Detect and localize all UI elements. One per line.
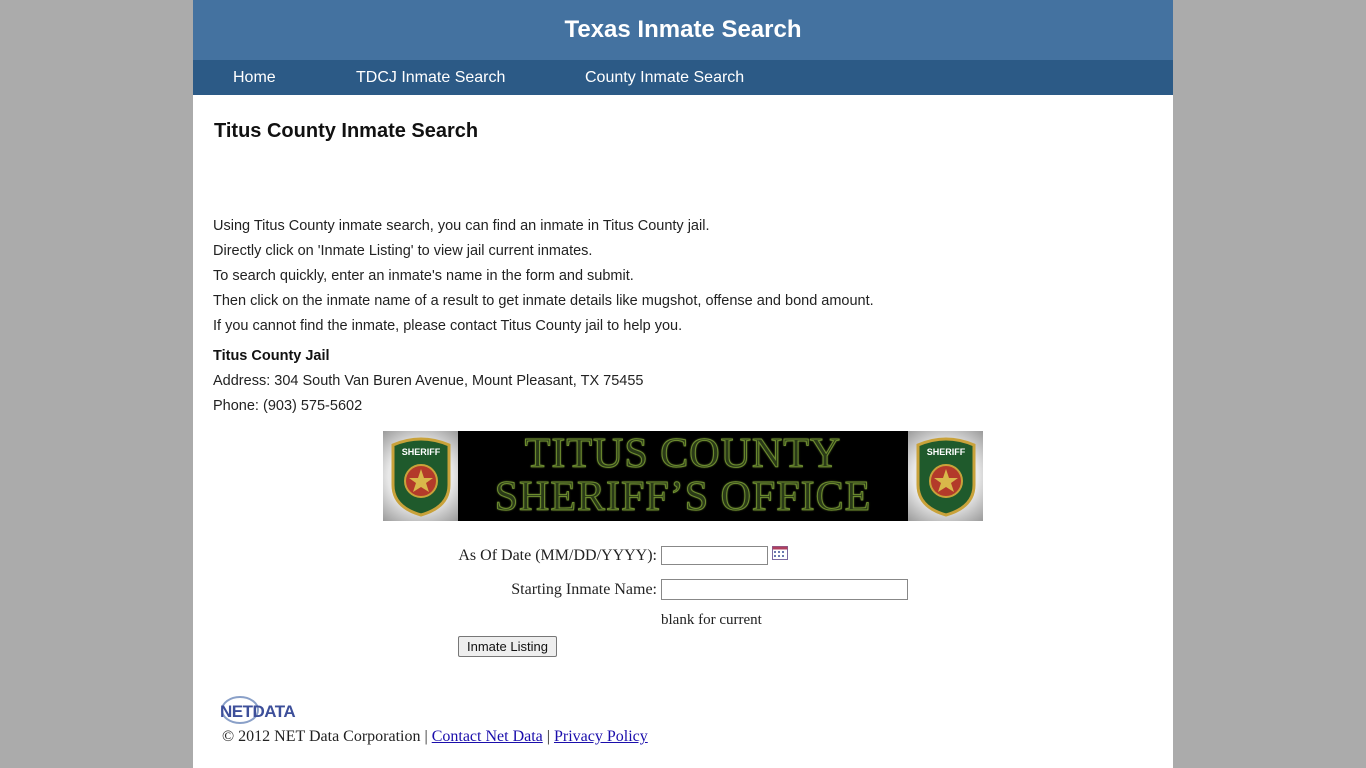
intro-line: Then click on the inmate name of a resul… xyxy=(213,293,874,309)
jail-name: Titus County Jail xyxy=(213,348,330,364)
page-title: Titus County Inmate Search xyxy=(214,120,479,142)
sheriff-banner: SHERIFF TITUS COUNTY SHERIFF’S OFFICE SH… xyxy=(383,431,983,521)
starting-name-input[interactable] xyxy=(661,579,908,600)
intro-line: To search quickly, enter an inmate's nam… xyxy=(213,268,634,284)
banner-text: TITUS COUNTY SHERIFF’S OFFICE xyxy=(458,431,908,521)
badge-label: SHERIFF xyxy=(926,447,965,457)
blank-hint: blank for current xyxy=(661,612,762,628)
banner-line-1: TITUS COUNTY xyxy=(524,431,842,477)
copyright-text: © 2012 NET Data Corporation xyxy=(222,728,421,745)
footer-separator: | xyxy=(546,728,550,745)
nav-bar: Home TDCJ Inmate Search County Inmate Se… xyxy=(193,60,1173,95)
badge-label: SHERIFF xyxy=(401,447,440,457)
privacy-policy-link[interactable]: Privacy Policy xyxy=(554,728,648,745)
sheriff-badge-left: SHERIFF xyxy=(383,431,458,521)
contact-net-data-link[interactable]: Contact Net Data xyxy=(432,728,543,745)
banner-line-2: SHERIFF’S OFFICE xyxy=(494,474,872,520)
page-container: Texas Inmate Search Home TDCJ Inmate Sea… xyxy=(193,0,1173,768)
intro-line: Using Titus County inmate search, you ca… xyxy=(213,218,710,234)
sheriff-badge-icon: SHERIFF xyxy=(916,437,975,517)
intro-text: Using Titus County inmate search, you ca… xyxy=(213,214,874,339)
netdata-logo[interactable]: NETDATA xyxy=(220,694,316,726)
inmate-listing-button[interactable]: Inmate Listing xyxy=(458,636,557,657)
jail-address: Address: 304 South Van Buren Avenue, Mou… xyxy=(213,373,644,389)
starting-name-label: Starting Inmate Name: xyxy=(511,581,657,598)
sheriff-badge-right: SHERIFF xyxy=(908,431,983,521)
jail-info: Titus County Jail Address: 304 South Van… xyxy=(213,344,643,419)
footer: © 2012 NET Data Corporation | Contact Ne… xyxy=(222,728,648,746)
nav-tdcj-link[interactable]: TDCJ Inmate Search xyxy=(356,60,505,95)
sheriff-badge-icon: SHERIFF xyxy=(391,437,450,517)
as-of-date-input[interactable] xyxy=(661,546,768,565)
site-title: Texas Inmate Search xyxy=(564,16,802,43)
jail-phone: Phone: (903) 575-5602 xyxy=(213,398,363,414)
intro-line: If you cannot find the inmate, please co… xyxy=(213,318,683,334)
as-of-date-label: As Of Date (MM/DD/YYYY): xyxy=(458,547,657,564)
intro-line: Directly click on 'Inmate Listing' to vi… xyxy=(213,243,593,259)
logo-text: NETDATA xyxy=(220,702,295,721)
site-header: Texas Inmate Search xyxy=(193,0,1173,60)
nav-home-link[interactable]: Home xyxy=(233,60,276,95)
footer-separator: | xyxy=(424,728,428,745)
nav-county-link[interactable]: County Inmate Search xyxy=(585,60,744,95)
calendar-icon[interactable] xyxy=(772,546,788,560)
